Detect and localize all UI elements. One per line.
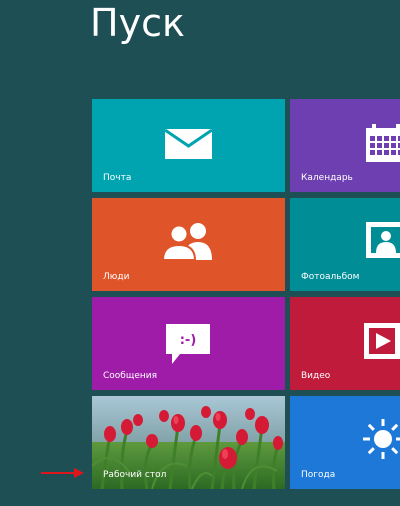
desktop-tile[interactable]: Рабочий стол bbox=[92, 396, 285, 489]
sun-icon bbox=[363, 419, 400, 459]
weather-tile[interactable]: Погода bbox=[290, 396, 400, 489]
messaging-tile-label: Сообщения bbox=[103, 371, 158, 381]
calendar-icon bbox=[366, 124, 400, 162]
people-icon bbox=[162, 223, 212, 260]
weather-tile-label: Погода bbox=[301, 470, 336, 480]
photo-icon bbox=[366, 222, 400, 258]
video-tile[interactable]: Видео bbox=[290, 297, 400, 390]
photos-tile[interactable]: Фотоальбом bbox=[290, 198, 400, 291]
desktop-tile-label: Рабочий стол bbox=[103, 470, 167, 480]
play-icon bbox=[364, 323, 400, 359]
calendar-tile[interactable]: Календарь bbox=[290, 99, 400, 192]
envelope-icon bbox=[164, 128, 213, 159]
people-tile-label: Люди bbox=[103, 272, 130, 282]
start-screen-title: Пуск bbox=[90, 1, 185, 45]
messaging-tile[interactable]: :-) Сообщения bbox=[92, 297, 285, 390]
video-tile-label: Видео bbox=[301, 371, 331, 381]
mail-tile-label: Почта bbox=[103, 173, 132, 183]
mail-tile[interactable]: Почта bbox=[92, 99, 285, 192]
speech-bubble-icon: :-) bbox=[166, 324, 210, 364]
red-arrow-annotation bbox=[41, 468, 84, 478]
calendar-tile-label: Календарь bbox=[301, 173, 353, 183]
people-tile[interactable]: Люди bbox=[92, 198, 285, 291]
svg-text::-): :-) bbox=[180, 333, 197, 348]
photos-tile-label: Фотоальбом bbox=[301, 272, 360, 282]
